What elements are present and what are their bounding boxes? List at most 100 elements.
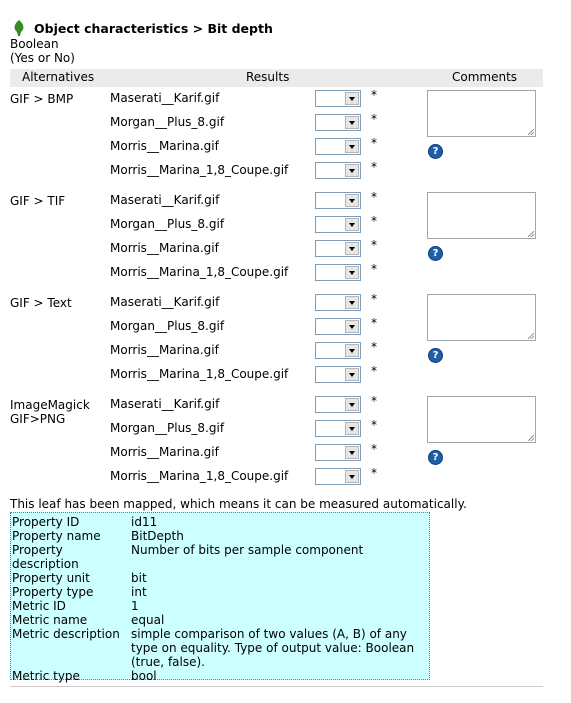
property-label: Metric type	[12, 669, 80, 683]
chevron-down-icon[interactable]	[345, 140, 359, 153]
property-label: Metric description	[12, 627, 120, 641]
chevron-down-icon[interactable]	[345, 368, 359, 381]
result-select[interactable]	[315, 216, 361, 233]
chevron-down-icon[interactable]	[345, 266, 359, 279]
result-select[interactable]	[315, 444, 361, 461]
file-name: Morgan__Plus_8.gif	[110, 115, 225, 129]
chevron-down-icon[interactable]	[345, 320, 359, 333]
file-name: Morris__Marina.gif	[110, 445, 219, 459]
required-mark: *	[371, 160, 377, 174]
result-select[interactable]	[315, 138, 361, 155]
comment-textarea[interactable]	[427, 90, 536, 137]
property-label: Property type	[12, 585, 94, 599]
property-value: Number of bits per sample component	[131, 543, 364, 557]
help-icon[interactable]: ?	[428, 144, 443, 159]
file-name: Morris__Marina.gif	[110, 343, 219, 357]
help-icon[interactable]: ?	[428, 348, 443, 363]
result-select[interactable]	[315, 342, 361, 359]
result-select[interactable]	[315, 294, 361, 311]
divider	[10, 686, 543, 687]
required-mark: *	[371, 112, 377, 126]
result-select[interactable]	[315, 468, 361, 485]
chevron-down-icon[interactable]	[345, 164, 359, 177]
chevron-down-icon[interactable]	[345, 296, 359, 309]
property-value: id11	[131, 515, 158, 529]
required-mark: *	[371, 316, 377, 330]
result-select[interactable]	[315, 90, 361, 107]
result-select[interactable]	[315, 396, 361, 413]
result-select[interactable]	[315, 114, 361, 131]
result-select[interactable]	[315, 240, 361, 257]
property-label: Property name	[12, 529, 101, 543]
required-mark: *	[371, 88, 377, 102]
result-select[interactable]	[315, 192, 361, 209]
property-value: simple comparison of two values (A, B) o…	[131, 627, 415, 669]
file-name: Morris__Marina_1,8_Coupe.gif	[110, 265, 289, 279]
result-select[interactable]	[315, 366, 361, 383]
chevron-down-icon[interactable]	[345, 92, 359, 105]
property-value: 1	[131, 599, 139, 613]
result-select[interactable]	[315, 162, 361, 179]
comment-textarea[interactable]	[427, 396, 536, 443]
file-name: Maserati__Karif.gif	[110, 193, 220, 207]
required-mark: *	[371, 214, 377, 228]
help-icon[interactable]: ?	[428, 246, 443, 261]
table-header: Alternatives Results Comments	[10, 69, 543, 87]
property-label: Metric ID	[12, 599, 66, 613]
required-mark: *	[371, 136, 377, 150]
file-name: Maserati__Karif.gif	[110, 295, 220, 309]
property-value: BitDepth	[131, 529, 184, 543]
required-mark: *	[371, 292, 377, 306]
property-value: bit	[131, 571, 147, 585]
file-name: Morris__Marina_1,8_Coupe.gif	[110, 163, 289, 177]
result-select[interactable]	[315, 318, 361, 335]
property-label: Property ID	[12, 515, 80, 529]
file-name: Maserati__Karif.gif	[110, 397, 220, 411]
scale-hint: (Yes or No)	[10, 51, 75, 65]
chevron-down-icon[interactable]	[345, 422, 359, 435]
property-label: Property description	[12, 543, 79, 571]
property-panel: Property ID id11 Property name BitDepth Prop…	[10, 512, 430, 683]
chevron-down-icon[interactable]	[345, 344, 359, 357]
file-name: Morris__Marina_1,8_Coupe.gif	[110, 367, 289, 381]
help-icon[interactable]: ?	[428, 450, 443, 465]
required-mark: *	[371, 238, 377, 252]
result-select[interactable]	[315, 420, 361, 437]
chevron-down-icon[interactable]	[345, 218, 359, 231]
column-comments: Comments	[452, 70, 518, 84]
page-header: Object characteristics > Bit depth	[12, 20, 273, 36]
chevron-down-icon[interactable]	[345, 242, 359, 255]
alternative-label: GIF > BMP	[10, 92, 74, 106]
column-alternatives: Alternatives	[22, 70, 95, 84]
required-mark: *	[371, 190, 377, 204]
page-title: Object characteristics > Bit depth	[34, 20, 273, 36]
chevron-down-icon[interactable]	[345, 446, 359, 459]
file-name: Morris__Marina_1,8_Coupe.gif	[110, 469, 289, 483]
chevron-down-icon[interactable]	[345, 470, 359, 483]
alternative-label: GIF > TIF	[10, 194, 66, 208]
property-value: equal	[131, 613, 165, 627]
file-name: Morris__Marina.gif	[110, 139, 219, 153]
property-value: int	[131, 585, 147, 599]
chevron-down-icon[interactable]	[345, 194, 359, 207]
required-mark: *	[371, 418, 377, 432]
required-mark: *	[371, 442, 377, 456]
leaf-icon	[14, 20, 24, 36]
column-results: Results	[246, 70, 290, 84]
scale-type: Boolean	[10, 37, 59, 51]
file-name: Morgan__Plus_8.gif	[110, 319, 225, 333]
comment-textarea[interactable]	[427, 294, 536, 341]
result-select[interactable]	[315, 264, 361, 281]
property-label: Metric name	[12, 613, 88, 627]
required-mark: *	[371, 394, 377, 408]
required-mark: *	[371, 262, 377, 276]
file-name: Maserati__Karif.gif	[110, 91, 220, 105]
required-mark: *	[371, 364, 377, 378]
required-mark: *	[371, 340, 377, 354]
chevron-down-icon[interactable]	[345, 398, 359, 411]
file-name: Morris__Marina.gif	[110, 241, 219, 255]
chevron-down-icon[interactable]	[345, 116, 359, 129]
mapping-notice: This leaf has been mapped, which means i…	[10, 497, 467, 511]
comment-textarea[interactable]	[427, 192, 536, 239]
required-mark: *	[371, 466, 377, 480]
